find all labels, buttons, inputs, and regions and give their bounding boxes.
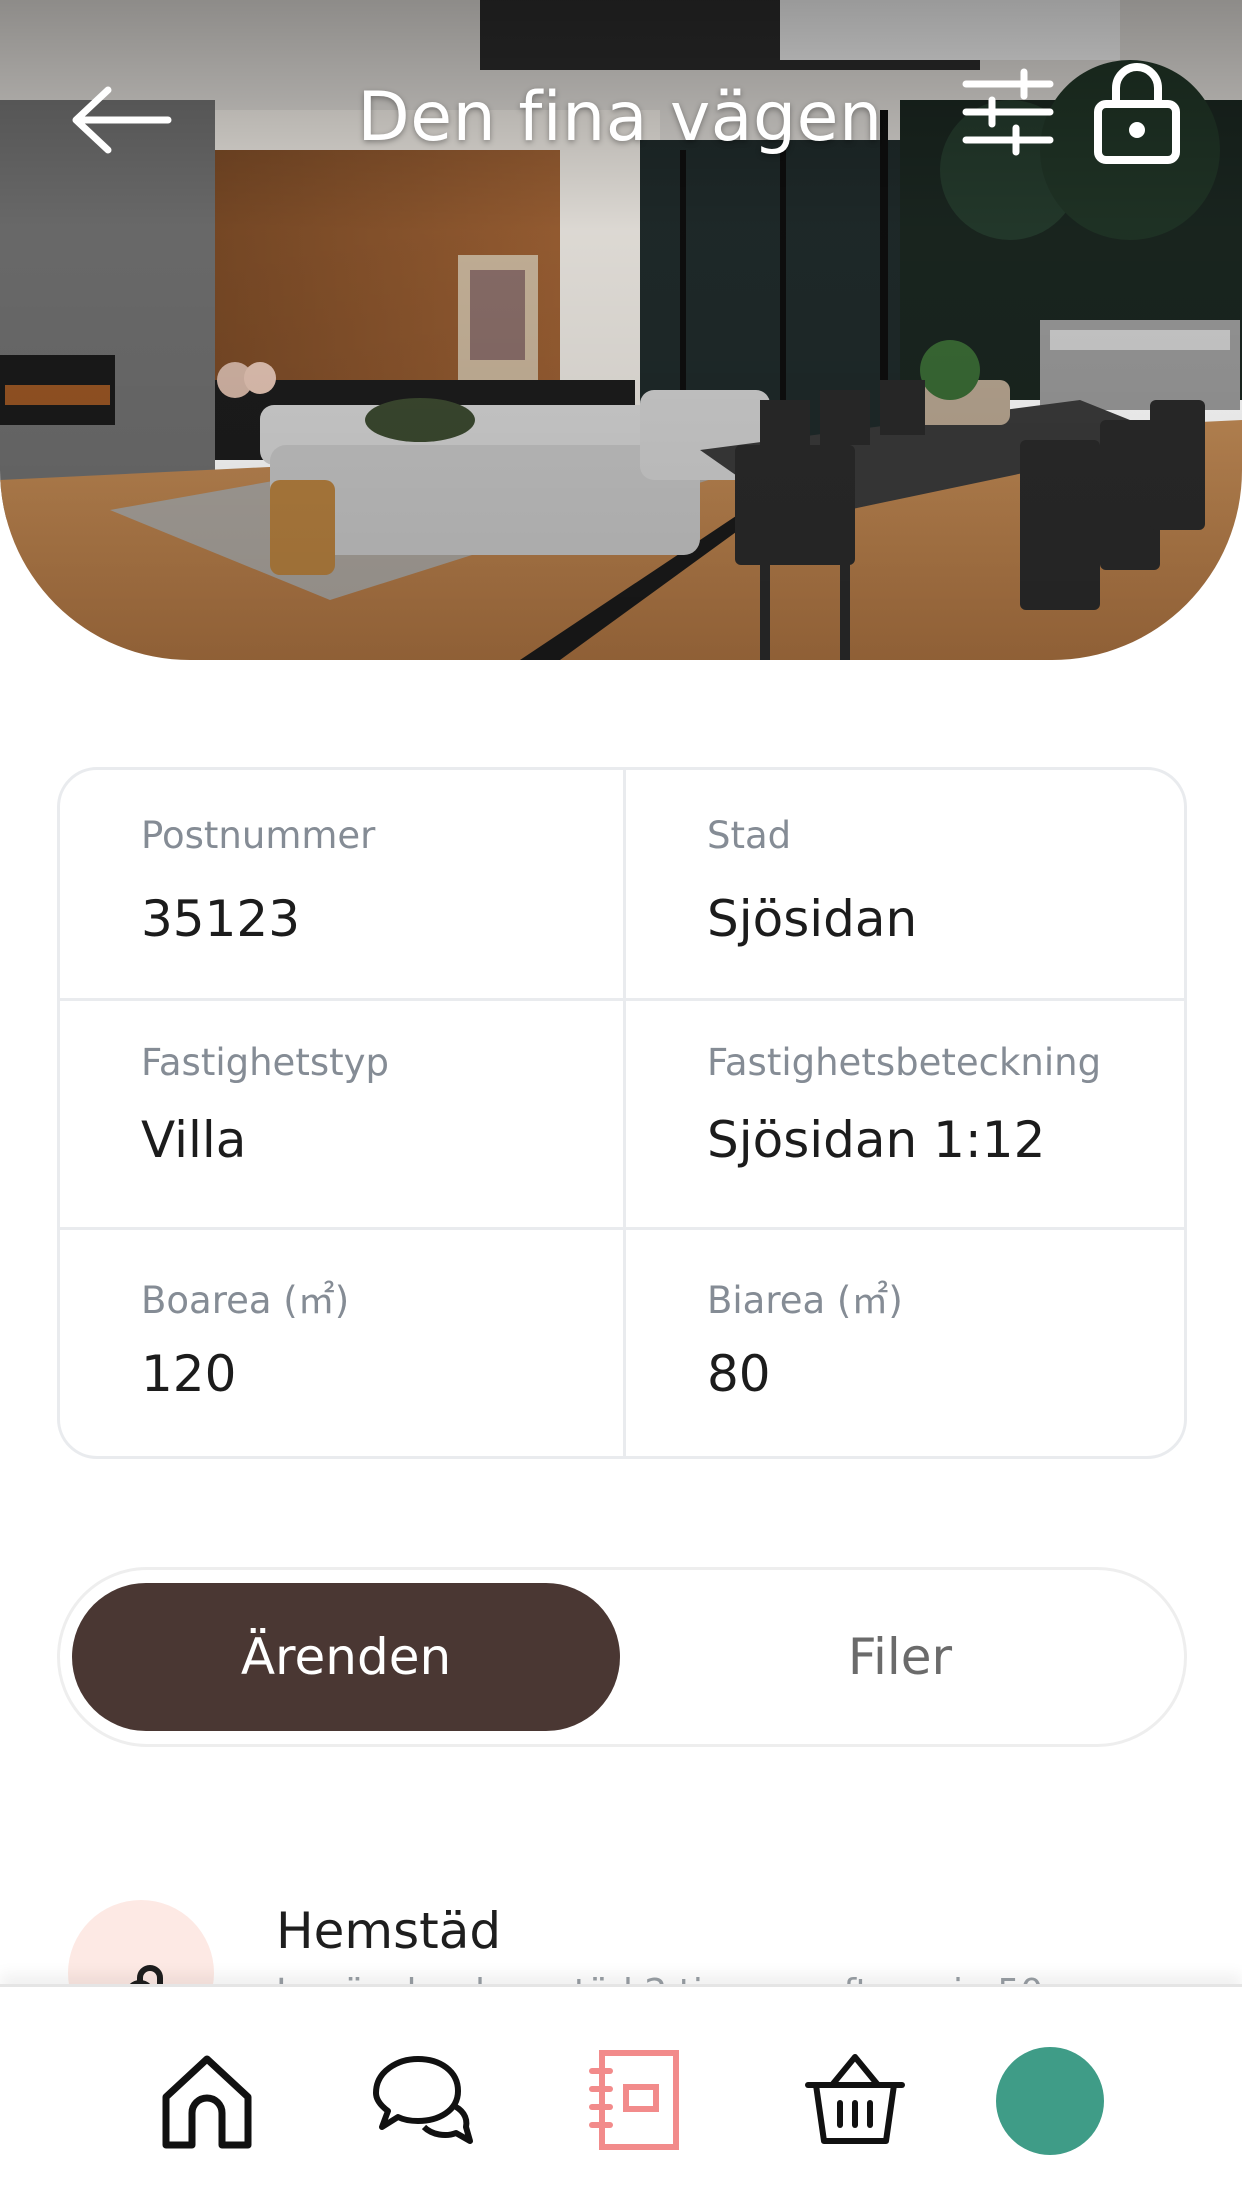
fastighetsbeteckning-field: Fastighetsbeteckning Sjösidan 1:12: [626, 1001, 1184, 1230]
fastighetsbeteckning-label: Fastighetsbeteckning: [707, 1041, 1102, 1084]
tab-arenden[interactable]: Ärenden: [72, 1583, 620, 1731]
biarea-label: Biarea (㎡): [707, 1279, 903, 1322]
hero-image: Den fina vägen: [0, 0, 1242, 660]
fastighetsbeteckning-value: Sjösidan 1:12: [707, 1111, 1046, 1169]
basket-icon: [805, 2054, 905, 2144]
fastighetstyp-field: Fastighetstyp Villa: [60, 1001, 626, 1230]
boarea-value: 120: [141, 1345, 237, 1403]
lock-icon: [1094, 63, 1180, 164]
fastighetstyp-label: Fastighetstyp: [141, 1041, 389, 1084]
stad-label: Stad: [707, 814, 792, 857]
lock-button[interactable]: [1092, 60, 1182, 164]
stad-field: Stad Sjösidan: [626, 770, 1184, 1001]
home-icon: [162, 2055, 252, 2149]
chat-icon: [373, 2056, 473, 2144]
nav-notebook[interactable]: [580, 2045, 690, 2155]
biarea-value: 80: [707, 1345, 771, 1403]
boarea-label: Boarea (㎡): [141, 1279, 350, 1322]
avatar[interactable]: [996, 2047, 1104, 2155]
biarea-field: Biarea (㎡) 80: [626, 1230, 1184, 1456]
filter-button[interactable]: [958, 62, 1058, 162]
fastighetstyp-value: Villa: [141, 1111, 247, 1169]
case-title: Hemstäd: [276, 1902, 502, 1960]
property-info-card: Postnummer 35123 Stad Sjösidan Fastighet…: [57, 767, 1187, 1459]
nav-basket[interactable]: [800, 2045, 910, 2155]
postnummer-label: Postnummer: [141, 814, 376, 857]
tab-filer[interactable]: Filer: [626, 1583, 1174, 1731]
back-button[interactable]: [68, 80, 178, 160]
notebook-icon: [589, 2050, 679, 2150]
postnummer-field: Postnummer 35123: [60, 770, 626, 1001]
postnummer-value: 35123: [141, 890, 301, 948]
page-title: Den fina vägen: [357, 78, 883, 157]
case-list-item[interactable]: Hemstäd Jag önskar hemstäd 2 timmar efte…: [0, 1880, 1242, 2046]
stad-value: Sjösidan: [707, 890, 918, 948]
boarea-field: Boarea (㎡) 120: [60, 1230, 626, 1456]
tab-switcher: Ärenden Filer: [57, 1567, 1187, 1747]
sliders-icon: [962, 68, 1054, 156]
bottom-navigation: [0, 1984, 1242, 2211]
back-arrow-icon: [72, 86, 172, 154]
nav-messages[interactable]: [366, 2045, 476, 2155]
nav-home[interactable]: [152, 2045, 262, 2155]
top-bar: Den fina vägen: [0, 60, 1242, 180]
